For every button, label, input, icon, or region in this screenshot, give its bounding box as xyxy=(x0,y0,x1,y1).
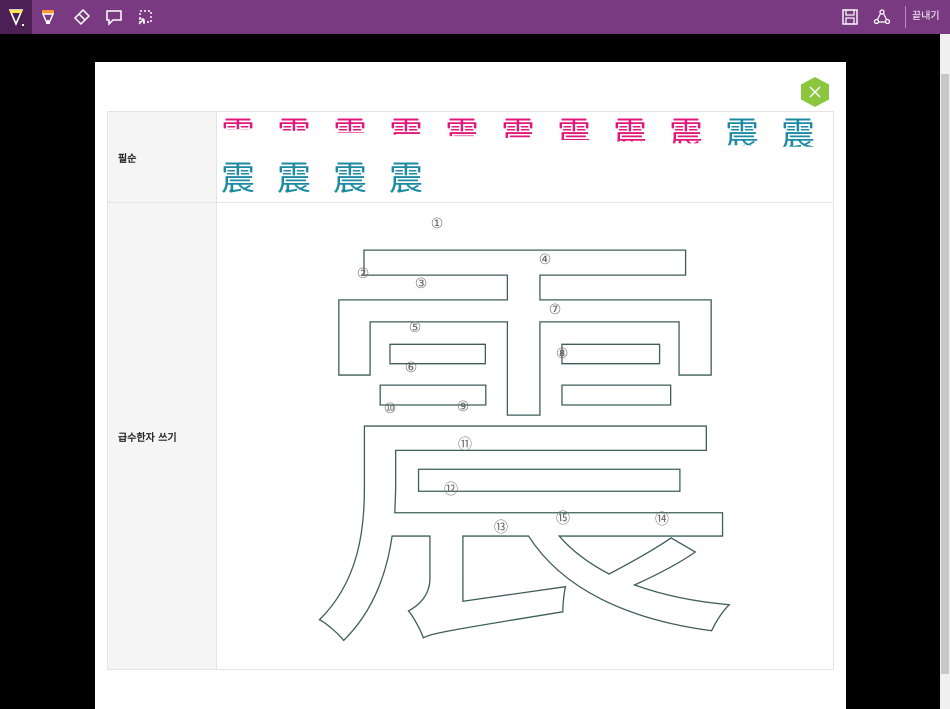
large-character-outline: 震 xyxy=(305,203,745,669)
stroke-step: 震 xyxy=(442,116,482,154)
stroke-step-glyph: 震 xyxy=(725,116,759,154)
stroke-step-glyph: 震 xyxy=(221,116,255,154)
comment-icon xyxy=(106,10,122,26)
stroke-number: ⑨ xyxy=(457,399,470,415)
stroke-step: 震 xyxy=(218,116,258,154)
stroke-step: 震 xyxy=(722,116,762,154)
stroke-number: ⑥ xyxy=(405,360,418,376)
stroke-number: ⑩ xyxy=(384,401,397,417)
share-icon xyxy=(873,9,891,25)
stroke-number: ③ xyxy=(415,276,428,292)
stroke-number: ④ xyxy=(539,252,552,268)
toolbar-divider xyxy=(905,6,906,28)
scrollbar-thumb[interactable] xyxy=(941,74,949,674)
ink-toolbar: 끝내기 xyxy=(0,0,950,34)
stroke-step-glyph: 震 xyxy=(389,160,423,198)
stroke-number: ⑬ xyxy=(494,520,508,536)
eraser-icon xyxy=(73,8,91,26)
stroke-step-glyph: 震 xyxy=(669,116,703,154)
stroke-step-glyph: 震 xyxy=(389,116,423,154)
ballpoint-pen-button[interactable] xyxy=(0,0,32,34)
stroke-number: ⑧ xyxy=(556,346,569,362)
stroke-step: 震 xyxy=(386,116,426,154)
stroke-number: ⑦ xyxy=(549,302,562,318)
stroke-step: 震 xyxy=(274,116,314,154)
practice-label: 급수한자 쓰기 xyxy=(108,203,217,669)
exit-button[interactable]: 끝내기 xyxy=(912,0,940,34)
stroke-step: 震 xyxy=(330,116,370,154)
stroke-number: ⑤ xyxy=(409,320,422,336)
stroke-step: 震 xyxy=(666,116,706,154)
stroke-order-label: 필순 xyxy=(108,112,217,202)
stroke-step-glyph: 震 xyxy=(445,116,479,154)
save-button[interactable] xyxy=(834,0,866,34)
stroke-number: ⑭ xyxy=(655,512,669,528)
stroke-step: 震 xyxy=(554,116,594,154)
stroke-step-glyph: 震 xyxy=(557,116,591,154)
hanja-table: 필순 급수한자 쓰기 震震震震震震震震震震震震震震震 震 ①②③④⑤⑥⑦⑧⑨⑩⑪… xyxy=(107,111,834,670)
vertical-scrollbar[interactable] xyxy=(940,34,950,709)
pen-icon xyxy=(8,9,24,26)
stroke-step-glyph: 震 xyxy=(781,116,815,154)
add-note-button[interactable] xyxy=(98,0,130,34)
highlighter-icon xyxy=(41,10,55,24)
stroke-number: ② xyxy=(357,266,370,282)
stroke-step-glyph: 震 xyxy=(333,160,367,198)
character-trace-area: 震 ① ② ③ ④ ⑤ ⑥ ⑦ ⑧ ⑨ ⑩ ⑪ ⑫ ⑬ ⑭ ⑮ xyxy=(304,203,745,669)
stroke-step-glyph: 震 xyxy=(333,116,367,154)
stroke-step: 震 xyxy=(386,160,426,198)
eraser-button[interactable] xyxy=(66,0,98,34)
stroke-step: 震 xyxy=(218,160,258,198)
clip-icon xyxy=(138,10,152,25)
stroke-step-glyph: 震 xyxy=(501,116,535,154)
stroke-order-sequence: 震震震震震震震震震震震震震震震 xyxy=(218,114,833,200)
stroke-number: ⑪ xyxy=(458,437,472,453)
stroke-number: ① xyxy=(431,216,444,232)
stroke-step-glyph: 震 xyxy=(613,116,647,154)
stroke-step: 震 xyxy=(610,116,650,154)
stroke-step-glyph: 震 xyxy=(221,160,255,198)
save-icon xyxy=(842,9,858,25)
share-button[interactable] xyxy=(866,0,898,34)
stroke-step: 震 xyxy=(274,160,314,198)
close-button[interactable] xyxy=(800,76,830,108)
stroke-number: ⑫ xyxy=(444,482,458,498)
stroke-step: 震 xyxy=(778,116,818,154)
clip-button[interactable] xyxy=(130,0,162,34)
stroke-step: 震 xyxy=(498,116,538,154)
stroke-step-glyph: 震 xyxy=(277,160,311,198)
stroke-step: 震 xyxy=(330,160,370,198)
stroke-step-glyph: 震 xyxy=(277,116,311,154)
highlighter-button[interactable] xyxy=(32,0,64,34)
stroke-number: ⑮ xyxy=(556,511,570,527)
